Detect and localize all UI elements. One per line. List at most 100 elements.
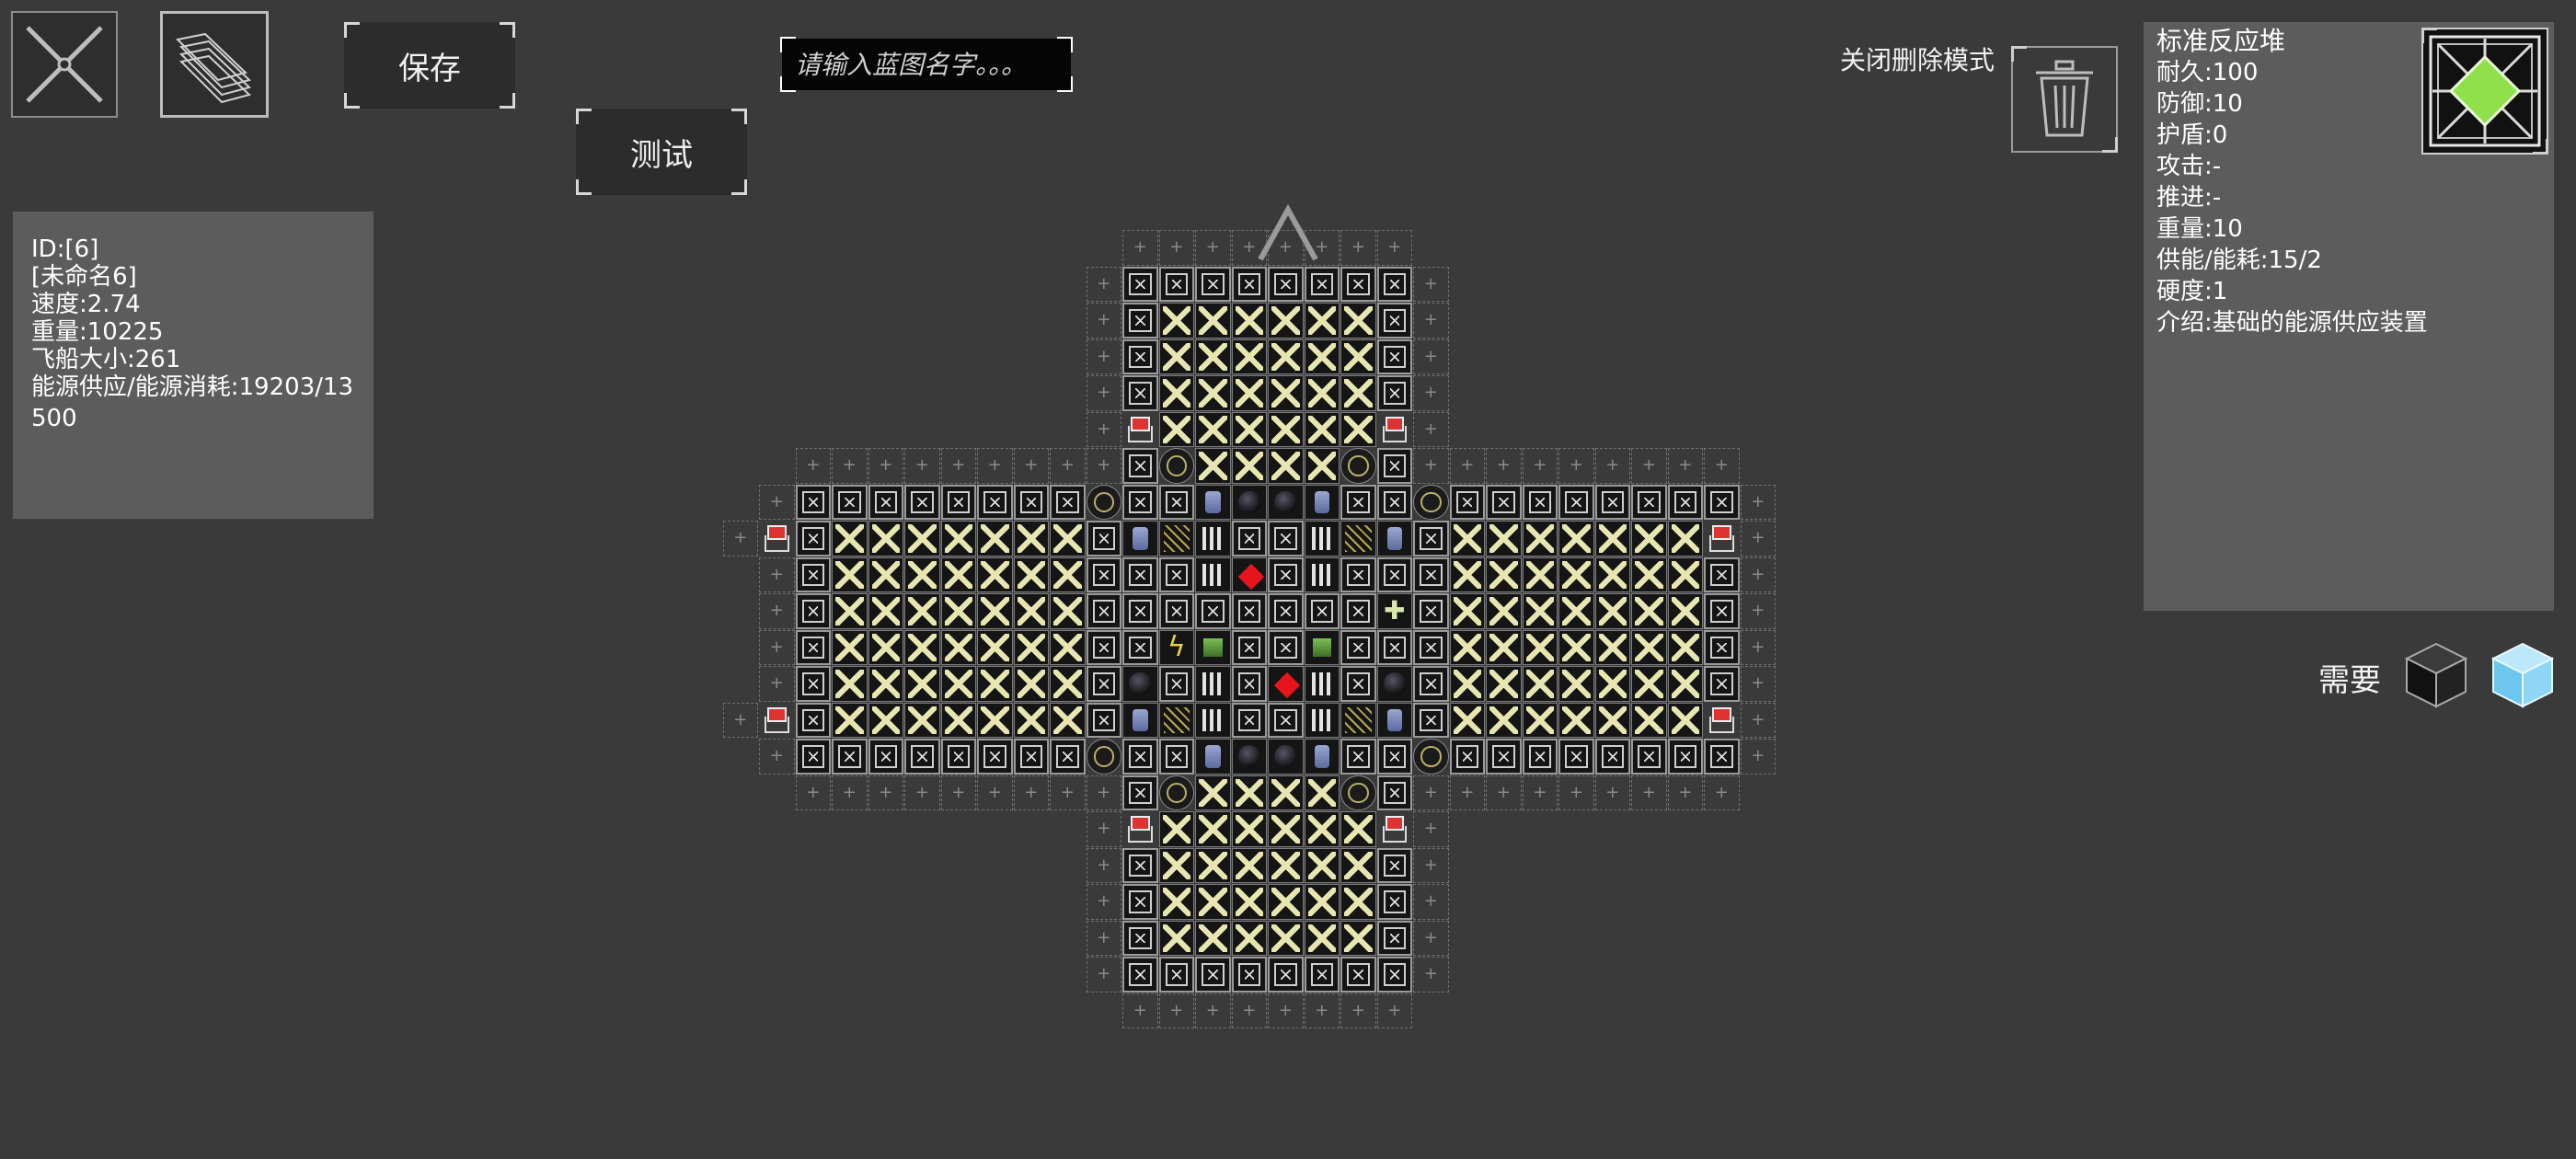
empty-slot[interactable] (1195, 993, 1231, 1028)
empty-slot[interactable] (759, 666, 795, 702)
ship-part-xcell (1050, 593, 1086, 629)
empty-slot[interactable] (1013, 448, 1049, 484)
empty-slot[interactable] (1086, 448, 1121, 484)
empty-slot[interactable] (722, 521, 758, 557)
layers-button[interactable] (160, 11, 269, 118)
empty-slot[interactable] (1268, 993, 1304, 1028)
empty-slot[interactable] (940, 775, 976, 810)
empty-slot[interactable] (1740, 666, 1776, 702)
empty-slot[interactable] (1631, 448, 1667, 484)
empty-slot[interactable] (1413, 339, 1449, 374)
empty-slot[interactable] (1740, 702, 1776, 738)
ship-part-armor (1013, 739, 1049, 775)
empty-slot[interactable] (1122, 993, 1158, 1028)
empty-slot[interactable] (1086, 339, 1121, 374)
empty-slot[interactable] (940, 448, 976, 484)
empty-slot[interactable] (1740, 593, 1776, 629)
empty-slot[interactable] (1631, 775, 1667, 810)
empty-slot[interactable] (1086, 957, 1121, 993)
empty-slot[interactable] (1522, 775, 1558, 810)
empty-slot[interactable] (1413, 303, 1449, 339)
empty-slot[interactable] (1413, 920, 1449, 956)
empty-slot[interactable] (1413, 375, 1449, 411)
empty-slot[interactable] (1158, 993, 1194, 1028)
empty-slot[interactable] (1594, 448, 1630, 484)
delete-mode-button[interactable] (2011, 46, 2118, 153)
empty-slot[interactable] (1704, 775, 1740, 810)
empty-slot[interactable] (1413, 266, 1449, 302)
empty-slot[interactable] (1413, 811, 1449, 847)
empty-slot[interactable] (1740, 629, 1776, 665)
empty-slot[interactable] (1086, 303, 1121, 339)
ship-part-xcell (1231, 920, 1267, 956)
empty-slot[interactable] (904, 775, 940, 810)
empty-slot[interactable] (759, 593, 795, 629)
empty-slot[interactable] (1522, 448, 1558, 484)
empty-slot[interactable] (1413, 847, 1449, 883)
empty-slot[interactable] (1486, 448, 1522, 484)
empty-slot[interactable] (1013, 775, 1049, 810)
empty-slot[interactable] (832, 448, 868, 484)
empty-slot[interactable] (759, 629, 795, 665)
save-button[interactable]: 保存 (344, 22, 515, 109)
empty-slot[interactable] (832, 775, 868, 810)
empty-slot[interactable] (1340, 993, 1376, 1028)
empty-slot[interactable] (1086, 920, 1121, 956)
empty-slot[interactable] (1740, 521, 1776, 557)
empty-slot[interactable] (722, 702, 758, 738)
empty-slot[interactable] (904, 448, 940, 484)
empty-slot[interactable] (1376, 993, 1412, 1028)
empty-slot[interactable] (1413, 411, 1449, 447)
empty-slot[interactable] (1413, 775, 1449, 810)
empty-slot[interactable] (1449, 448, 1485, 484)
empty-slot[interactable] (1086, 811, 1121, 847)
empty-slot[interactable] (1086, 266, 1121, 302)
empty-slot[interactable] (1449, 775, 1485, 810)
ship-part-armor (940, 484, 976, 520)
empty-slot[interactable] (1195, 230, 1231, 266)
empty-slot[interactable] (1704, 448, 1740, 484)
ship-part-turret (1195, 484, 1231, 520)
empty-slot[interactable] (1594, 775, 1630, 810)
empty-slot[interactable] (1050, 448, 1086, 484)
empty-slot[interactable] (1667, 775, 1703, 810)
close-button[interactable] (11, 11, 118, 118)
empty-slot[interactable] (1304, 993, 1340, 1028)
empty-slot[interactable] (1086, 411, 1121, 447)
ship-part-xcell (1013, 702, 1049, 738)
blueprint-name-input[interactable] (782, 39, 1071, 90)
empty-slot[interactable] (1558, 448, 1594, 484)
empty-slot[interactable] (868, 775, 903, 810)
empty-slot[interactable] (759, 739, 795, 775)
ship-part-xcell (1195, 411, 1231, 447)
empty-slot[interactable] (1231, 993, 1267, 1028)
empty-slot[interactable] (759, 484, 795, 520)
empty-slot[interactable] (1050, 775, 1086, 810)
empty-slot[interactable] (1413, 957, 1449, 993)
test-button[interactable]: 测试 (576, 109, 747, 195)
empty-slot[interactable] (1486, 775, 1522, 810)
empty-slot[interactable] (868, 448, 903, 484)
empty-slot[interactable] (1413, 448, 1449, 484)
empty-slot[interactable] (1086, 775, 1121, 810)
empty-slot[interactable] (1340, 230, 1376, 266)
empty-slot[interactable] (1667, 448, 1703, 484)
ship-part-xcell (1268, 448, 1304, 484)
empty-slot[interactable] (1122, 230, 1158, 266)
empty-slot[interactable] (1740, 484, 1776, 520)
empty-slot[interactable] (1086, 375, 1121, 411)
empty-slot[interactable] (795, 448, 831, 484)
ship-part-xcell (1667, 557, 1703, 592)
empty-slot[interactable] (1158, 230, 1194, 266)
empty-slot[interactable] (1376, 230, 1412, 266)
empty-slot[interactable] (1086, 884, 1121, 920)
empty-slot[interactable] (759, 557, 795, 592)
empty-slot[interactable] (795, 775, 831, 810)
empty-slot[interactable] (1558, 775, 1594, 810)
empty-slot[interactable] (977, 775, 1013, 810)
empty-slot[interactable] (1086, 847, 1121, 883)
empty-slot[interactable] (1740, 739, 1776, 775)
empty-slot[interactable] (1413, 884, 1449, 920)
empty-slot[interactable] (1740, 557, 1776, 592)
empty-slot[interactable] (977, 448, 1013, 484)
